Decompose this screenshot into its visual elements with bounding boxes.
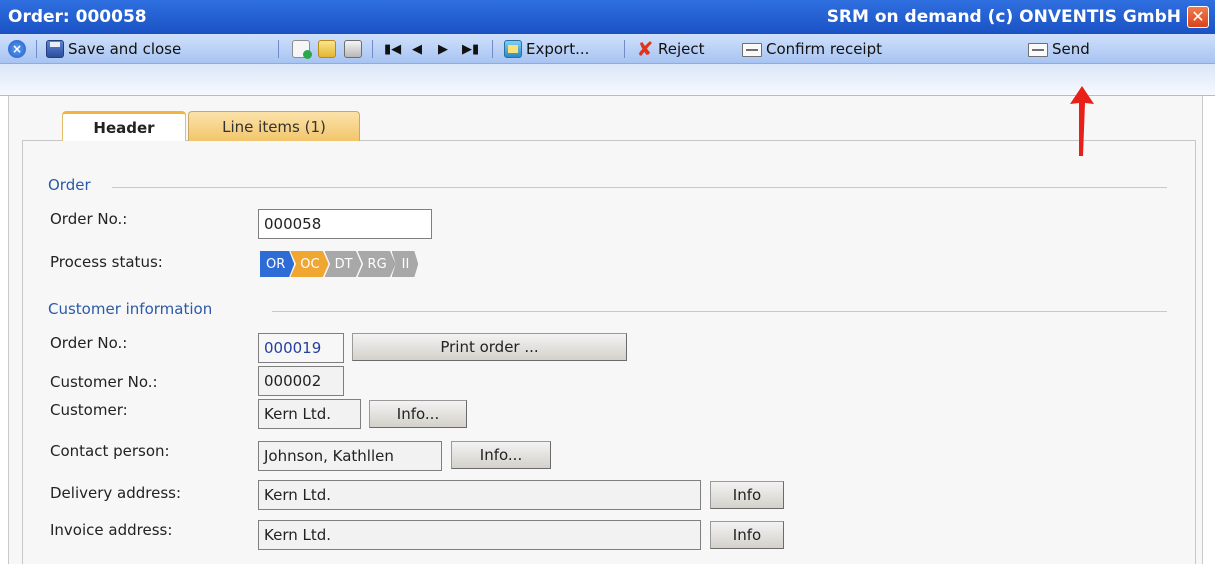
document-button[interactable] xyxy=(292,38,314,60)
mail-icon xyxy=(742,43,762,57)
customer-info-button[interactable]: Info... xyxy=(369,400,467,428)
status-step-rg: RG xyxy=(357,251,396,277)
status-step-oc: OC xyxy=(290,251,329,277)
contact-info-button[interactable]: Info... xyxy=(451,441,551,469)
send-button[interactable]: Send xyxy=(1028,38,1090,60)
last-icon: ▶▮ xyxy=(462,41,480,57)
delivery-address-label: Delivery address: xyxy=(50,484,182,502)
toolbar-separator xyxy=(36,40,37,58)
folder-icon xyxy=(318,40,336,58)
confirm-receipt-label: Confirm receipt xyxy=(766,40,883,58)
export-button[interactable]: Export... xyxy=(504,38,589,60)
status-step-dt: DT xyxy=(324,251,362,277)
customer-field: Kern Ltd. xyxy=(258,399,361,429)
first-icon: ▮◀ xyxy=(384,41,402,57)
print-icon xyxy=(344,40,362,58)
next-record-button[interactable]: ▶ xyxy=(438,38,448,60)
invoice-info-button[interactable]: Info xyxy=(710,521,784,549)
contact-person-field: Johnson, Kathllen xyxy=(258,441,442,471)
close-window-button[interactable]: ✕ xyxy=(1187,6,1209,28)
process-status-indicator: OR OC DT RG II xyxy=(260,251,419,277)
tab-header-label: Header xyxy=(93,118,155,137)
customer-no-label: Customer No.: xyxy=(50,373,158,391)
first-record-button[interactable]: ▮◀ xyxy=(384,38,401,60)
status-step-or: OR xyxy=(260,251,295,277)
brand-label: SRM on demand (c) ONVENTIS GmbH xyxy=(826,7,1181,27)
tab-line-items[interactable]: Line items (1) xyxy=(188,111,360,141)
contact-person-label: Contact person: xyxy=(50,442,170,460)
section-divider xyxy=(272,311,1167,312)
customer-label: Customer: xyxy=(50,401,128,419)
window-title: Order: 000058 xyxy=(8,7,147,27)
save-and-close-label: Save and close xyxy=(68,40,182,58)
next-icon: ▶ xyxy=(438,41,448,57)
red-arrow-annotation xyxy=(1070,86,1094,156)
mail-icon xyxy=(1028,43,1048,57)
toolbar-separator xyxy=(492,40,493,58)
process-status-label: Process status: xyxy=(50,253,163,271)
reject-icon: ✘ xyxy=(636,37,654,61)
previous-record-button[interactable]: ◀ xyxy=(412,38,422,60)
previous-icon: ◀ xyxy=(412,41,422,57)
tab-header[interactable]: Header xyxy=(62,111,186,141)
close-circle-icon[interactable]: × xyxy=(8,38,30,60)
save-icon xyxy=(46,40,64,58)
invoice-address-field: Kern Ltd. xyxy=(258,520,701,550)
last-record-button[interactable]: ▶▮ xyxy=(462,38,479,60)
title-bar: Order: 000058 SRM on demand (c) ONVENTIS… xyxy=(0,0,1215,34)
customer-order-no-link[interactable]: 000019 xyxy=(258,333,344,363)
toolbar: × Save and close ▮◀ ◀ ▶ ▶▮ Export... ✘ R… xyxy=(0,34,1215,96)
toolbar-separator xyxy=(278,40,279,58)
invoice-address-label: Invoice address: xyxy=(50,521,173,539)
section-divider xyxy=(112,187,1167,188)
delivery-address-field: Kern Ltd. xyxy=(258,480,701,510)
folder-button[interactable] xyxy=(318,38,340,60)
tab-line-items-label: Line items (1) xyxy=(222,117,326,136)
send-label: Send xyxy=(1052,40,1090,58)
print-order-button[interactable]: Print order ... xyxy=(352,333,627,361)
order-no-field[interactable]: 000058 xyxy=(258,209,432,239)
customer-no-field: 000002 xyxy=(258,366,344,396)
delivery-info-button[interactable]: Info xyxy=(710,481,784,509)
order-section-title: Order xyxy=(48,176,91,194)
toolbar-separator xyxy=(624,40,625,58)
customer-section-title: Customer information xyxy=(48,300,213,318)
order-no-label: Order No.: xyxy=(50,210,128,228)
reject-label: Reject xyxy=(658,40,705,58)
status-step-ii: II xyxy=(391,251,419,277)
export-icon xyxy=(504,40,522,58)
toolbar-separator xyxy=(372,40,373,58)
save-and-close-button[interactable]: Save and close xyxy=(46,38,181,60)
document-icon xyxy=(292,40,312,59)
customer-order-no-label: Order No.: xyxy=(50,334,128,352)
confirm-receipt-button[interactable]: Confirm receipt xyxy=(742,38,882,60)
export-label: Export... xyxy=(526,40,590,58)
print-button[interactable] xyxy=(344,38,366,60)
reject-button[interactable]: ✘ Reject xyxy=(636,38,705,60)
